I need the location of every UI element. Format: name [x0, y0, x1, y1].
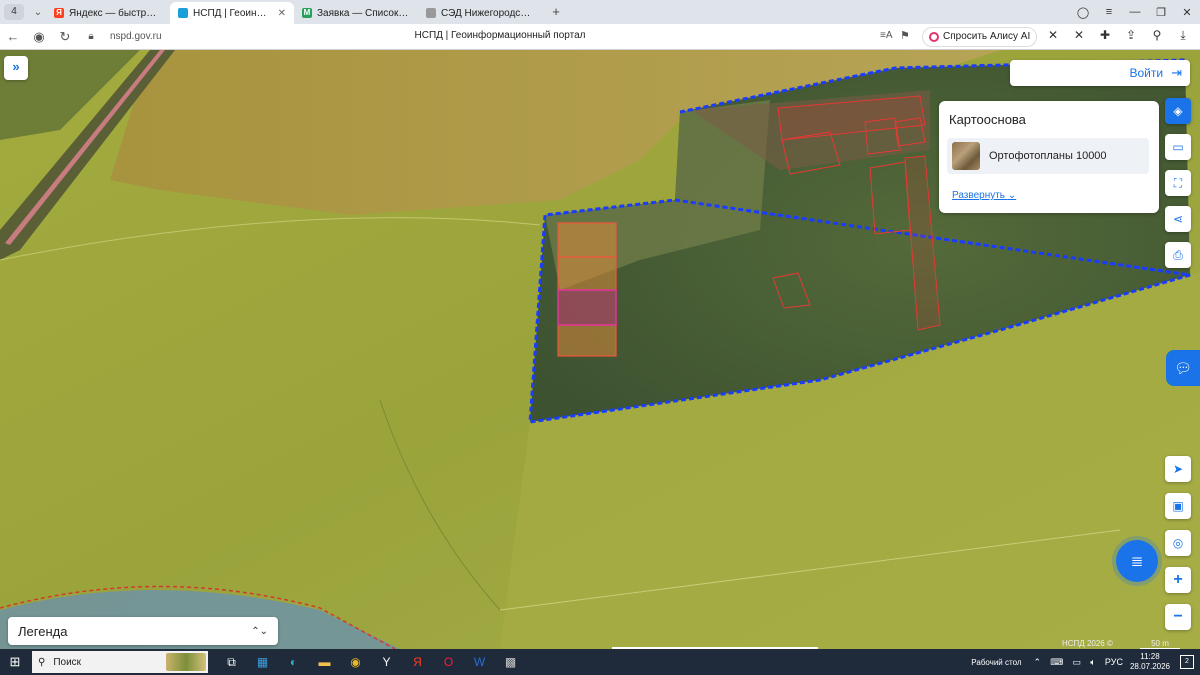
layers-tool-button[interactable]: ◈ [1165, 98, 1191, 124]
address-bar: ← ◉ ↻ 🔒︎ nspd.gov.ru НСПД | Геоинформаци… [0, 24, 1200, 50]
print-button[interactable]: ⎙ [1165, 242, 1191, 268]
minimize-icon[interactable]: — [1122, 6, 1148, 18]
vpn-icon[interactable]: ⚲ [1144, 28, 1170, 43]
windows-taskbar: ⊞ ⚲ Поиск ⧉ ▦ ◐ ▬ ◉ Y Я O W ▩ Рабочий ст… [0, 649, 1200, 675]
tab-count-badge[interactable]: 4 [4, 4, 24, 20]
clock-time: 11:28 [1140, 652, 1160, 661]
app-icon[interactable]: ▦ [247, 649, 278, 675]
sign-in-icon: ⇥ [1171, 65, 1182, 80]
extension-x2-icon[interactable]: ✕ [1066, 28, 1092, 43]
basemap-title: Картооснова [949, 112, 1026, 127]
alice-button[interactable]: Спросить Алису AI [922, 27, 1038, 47]
tab-yandex[interactable]: Я Яндекс — быстрый поиск [46, 2, 170, 24]
clock[interactable]: 11:28 28.07.2026 [1130, 652, 1170, 672]
chrome-icon[interactable]: ◉ [340, 649, 371, 675]
zoom-out-button[interactable]: − [1165, 604, 1191, 630]
download-icon[interactable]: ⤓ [1170, 28, 1196, 43]
layer-name: Ортофотопланы 10000 [989, 150, 1107, 162]
window-controls: ◯ ≡ — ❐ ✕ [1070, 0, 1200, 24]
map-controls: ➤ ▣ ◎ + − [1165, 456, 1191, 641]
close-tab-icon[interactable]: ✕ [278, 8, 286, 19]
geolocation-button[interactable]: ◎ [1165, 530, 1191, 556]
app-photo-icon[interactable]: ▩ [495, 649, 526, 675]
orthophoto-thumbnail [952, 142, 980, 170]
share-map-button[interactable]: ⋖ [1165, 206, 1191, 232]
chevron-up-icon[interactable]: ⌃ [1034, 657, 1042, 667]
notifications-icon[interactable]: 2 [1180, 655, 1194, 669]
sed-icon [426, 8, 436, 18]
expand-sidebar-button[interactable]: » [4, 56, 28, 80]
menu-icon[interactable]: ≡ [1096, 6, 1122, 18]
basemap-layer-item[interactable]: Ортофотопланы 10000 [947, 138, 1149, 174]
tab-label: НСПД | Геоинформационный портал [193, 7, 274, 19]
scale-bar: 50 m [1140, 639, 1180, 649]
new-tab-button[interactable]: + [548, 4, 564, 20]
translate-icon[interactable]: ≡A [880, 30, 893, 41]
restore-icon[interactable]: ❐ [1148, 6, 1174, 19]
system-tray: Рабочий стол ⌃ ⌨ ▭ 🔈︎ РУС 11:28 28.07.20… [971, 649, 1200, 675]
folder-icon[interactable]: ▬ [309, 649, 340, 675]
clock-date: 28.07.2026 [1129, 662, 1170, 671]
yandex-icon: Я [54, 8, 64, 18]
tab-label: Яндекс — быстрый поиск [69, 7, 162, 19]
bookmark-icon[interactable]: ⚑ [900, 29, 910, 42]
search-icon: ⚲ [38, 656, 46, 668]
nspd-icon [178, 8, 188, 18]
search-label: Поиск [53, 656, 82, 668]
task-view-icon[interactable]: ⧉ [216, 649, 247, 675]
expand-link[interactable]: Развернуть ⌄ [952, 190, 1016, 201]
area-select-tool-button[interactable]: ⛶ [1165, 170, 1191, 196]
basemap-panel: Картооснова Ортофотопланы 10000 Разверну… [939, 101, 1159, 213]
search-highlight-image [166, 653, 206, 671]
alice-label: Спросить Алису AI [943, 31, 1031, 42]
legend-label: Легенда [18, 623, 68, 639]
map-tools: ◈ ▭ ⛶ ⋖ ⎙ [1165, 98, 1191, 278]
tab-requests[interactable]: M Заявка — Список заявок [294, 2, 418, 24]
zoom-in-button[interactable]: + [1165, 567, 1191, 593]
tab-label: СЭД Нижегородская область [441, 7, 534, 19]
share-icon[interactable]: ⇪ [1118, 28, 1144, 43]
taskbar-apps: ⧉ ▦ ◐ ▬ ◉ Y Я O W ▩ [216, 649, 526, 675]
tab-list-chevron-icon[interactable]: ⌄ [30, 7, 46, 18]
tab-nspd[interactable]: НСПД | Геоинформационный портал ✕ [170, 2, 294, 24]
updown-chevron-icon: ⌃⌄ [251, 625, 268, 637]
attribution: НСПД 2026 © [1062, 639, 1113, 648]
tray-icons: ⌃ ⌨ ▭ 🔈︎ РУС [1034, 657, 1130, 668]
desktop-label[interactable]: Рабочий стол [971, 658, 1021, 667]
yandex-browser-icon[interactable]: Y [371, 649, 402, 675]
extension-x-icon[interactable]: ✕ [1040, 28, 1066, 43]
browser-tab-bar: 4 ⌄ Я Яндекс — быстрый поиск НСПД | Геои… [0, 0, 1200, 24]
edge-icon[interactable]: ◐ [278, 649, 309, 675]
assistant-tab[interactable]: 💬︎ [1166, 350, 1200, 386]
chevron-down-icon: ⌄ [1007, 190, 1017, 201]
alice-icon [929, 32, 939, 42]
windows-start-icon[interactable]: ⊞ [0, 654, 30, 670]
extensions: ✕ ✕ ✚ ⇪ ⚲ ⤓ [1040, 28, 1196, 43]
opera-icon[interactable]: O [433, 649, 464, 675]
tab-sed[interactable]: СЭД Нижегородская область [418, 2, 542, 24]
word-icon[interactable]: W [464, 649, 495, 675]
keyboard-icon[interactable]: ⌨ [1050, 657, 1063, 667]
login-label: Войти [1129, 66, 1164, 80]
language-indicator[interactable]: РУС [1105, 657, 1123, 667]
locate-button[interactable]: ➤ [1165, 456, 1191, 482]
page-title: НСПД | Геоинформационный портал [414, 30, 586, 41]
ruler-tool-button[interactable]: ▭ [1165, 134, 1191, 160]
profile-icon[interactable]: ◯ [1070, 6, 1096, 19]
puzzle-icon[interactable]: ✚ [1092, 28, 1118, 43]
network-icon[interactable]: ▭ [1073, 657, 1082, 667]
taskbar-search[interactable]: ⚲ Поиск [32, 651, 208, 673]
legend-dropdown[interactable]: Легенда ⌃⌄ [8, 617, 278, 645]
yandex-icon[interactable]: Я [402, 649, 433, 675]
speaker-icon[interactable]: 🔈︎ [1090, 657, 1095, 667]
login-button[interactable]: Войти ⇥ [1010, 60, 1190, 86]
minimap-button[interactable]: ▣ [1165, 493, 1191, 519]
chat-button[interactable]: ≣ [1116, 540, 1158, 582]
close-window-icon[interactable]: ✕ [1174, 6, 1200, 19]
m-icon: M [302, 8, 312, 18]
tab-label: Заявка — Список заявок [317, 7, 410, 19]
expand-label: Развернуть [952, 190, 1006, 201]
